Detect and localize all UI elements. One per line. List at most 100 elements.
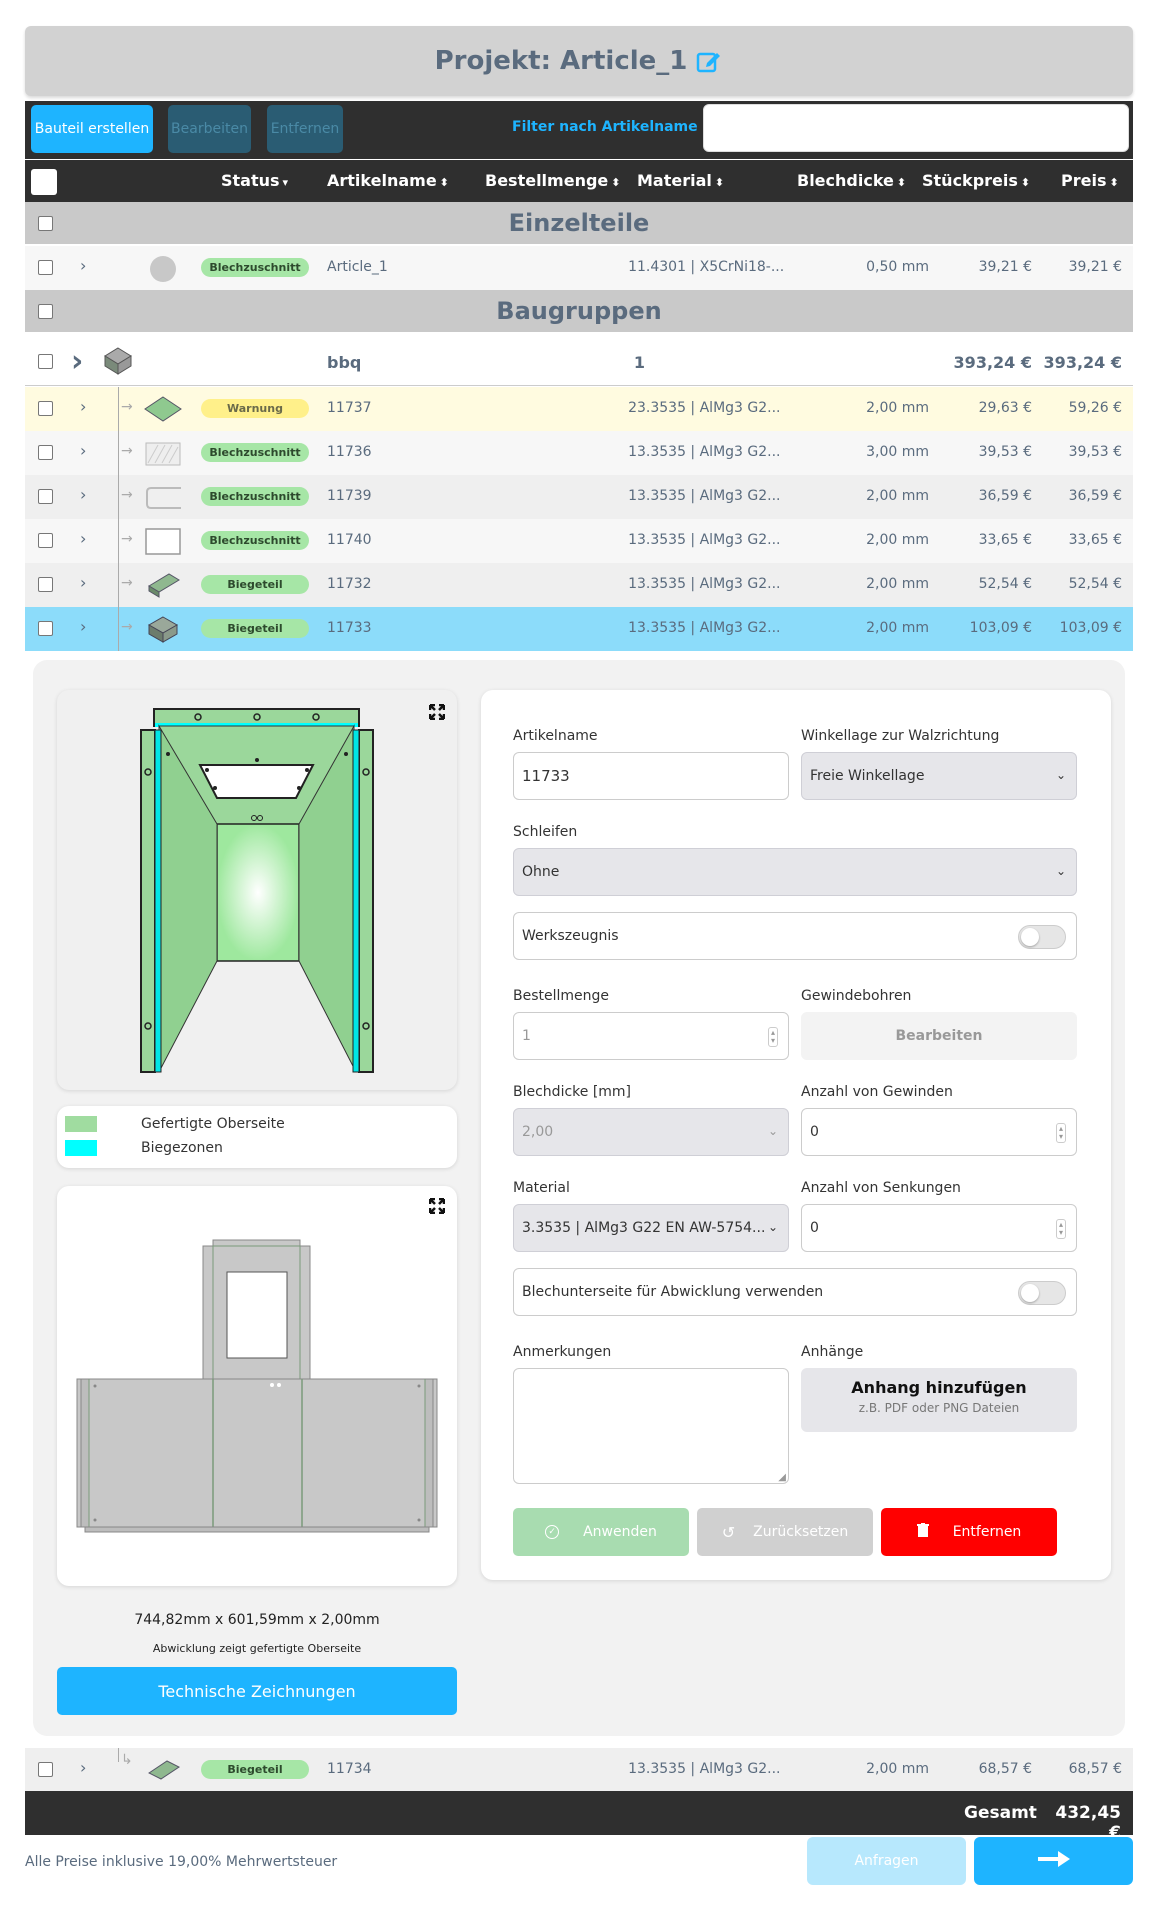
row-checkbox[interactable]: [38, 445, 53, 460]
notes-textarea[interactable]: ◢: [513, 1368, 789, 1484]
assembly-row[interactable]: › bbq 1 393,24 € 393,24 €: [25, 338, 1133, 386]
section-assemblies: Baugruppen: [25, 290, 1133, 332]
expand-icon[interactable]: [428, 703, 446, 721]
underside-toggle[interactable]: [1018, 1281, 1066, 1305]
next-button[interactable]: [974, 1837, 1133, 1885]
row-checkbox[interactable]: [38, 354, 53, 369]
row-checkbox[interactable]: [38, 533, 53, 548]
chevron-right-icon[interactable]: ›: [80, 485, 86, 504]
row-checkbox[interactable]: [38, 621, 53, 636]
chevron-right-icon[interactable]: ›: [80, 617, 86, 636]
chevron-down-icon: ⌄: [767, 1220, 778, 1234]
table-row[interactable]: › → Warnung 11737 2 3.3535 | AlMg3 G2...…: [25, 387, 1133, 431]
stepper-icon[interactable]: ▴ ▾: [1055, 1219, 1066, 1239]
material: 3.3535 | AlMg3 G2...: [637, 620, 781, 636]
quantity-input[interactable]: 1 ▴ ▾: [513, 1012, 789, 1060]
unit-price: 39,53 €: [978, 444, 1032, 460]
chevron-down-icon: ⌄: [1055, 768, 1066, 782]
unit-price: 33,65 €: [978, 532, 1032, 548]
table-row-selected[interactable]: › → Biegeteil 11733 1 3.3535 | AlMg3 G2.…: [25, 607, 1133, 651]
reset-button[interactable]: ↺ Zurücksetzen: [697, 1508, 873, 1556]
row-checkbox[interactable]: [38, 401, 53, 416]
edit-icon[interactable]: [695, 47, 723, 75]
material: 3.3535 | AlMg3 G2...: [637, 400, 781, 416]
tree-arrow-icon: ↳: [121, 1752, 133, 1768]
edit-button[interactable]: Bearbeiten: [168, 105, 251, 153]
price: 52,54 €: [1068, 576, 1122, 592]
thickness: 2,00 mm: [866, 1761, 929, 1777]
column-quantity[interactable]: Bestellmenge ⬍: [485, 171, 620, 190]
thread-count-input[interactable]: 0 ▴ ▾: [801, 1108, 1077, 1156]
chevron-right-icon[interactable]: ›: [80, 397, 86, 416]
row-checkbox[interactable]: [38, 489, 53, 504]
flat-pattern-view[interactable]: [57, 1186, 457, 1586]
part-thumbnail: [143, 1755, 183, 1785]
request-button[interactable]: Anfragen: [807, 1837, 966, 1885]
article-name-input[interactable]: 11733: [513, 752, 789, 800]
table-row[interactable]: › ↳ Biegeteil 11734 1 3.3535 | AlMg3 G2.…: [25, 1748, 1133, 1792]
countersink-input[interactable]: 0 ▴ ▾: [801, 1204, 1077, 1252]
part-detail-panel: Gefertigte Oberseite Biegezonen 744,82mm…: [33, 660, 1125, 1736]
status-badge: Biegeteil: [201, 575, 309, 594]
part-thumbnail: [143, 570, 183, 600]
table-row[interactable]: › → Blechzuschnitt 11736 1 3.3535 | AlMg…: [25, 431, 1133, 475]
chevron-right-icon[interactable]: ›: [71, 344, 83, 379]
chevron-right-icon[interactable]: ›: [80, 1758, 86, 1777]
unit-price: 39,21 €: [978, 259, 1032, 275]
row-checkbox[interactable]: [38, 1762, 53, 1777]
column-unit-price[interactable]: Stückpreis ⬍: [922, 171, 1030, 190]
column-thickness[interactable]: Blechdicke ⬍: [797, 171, 906, 190]
assembly-thumbnail: [103, 346, 143, 376]
part-thumbnail: [143, 526, 183, 556]
material-select[interactable]: 3.3535 | AlMg3 G22 EN AW-5754... ⌄: [513, 1204, 789, 1252]
part-form: Artikelname 11733 Winkellage zur Walzric…: [481, 690, 1111, 1580]
part-thumbnail: [143, 253, 183, 283]
filter-input[interactable]: [703, 104, 1129, 152]
thread-edit-button[interactable]: Bearbeiten: [801, 1012, 1077, 1060]
table-row[interactable]: › → Blechzuschnitt 11740 1 3.3535 | AlMg…: [25, 519, 1133, 563]
quantity: 1: [628, 444, 637, 460]
create-part-button[interactable]: Bauteil erstellen: [31, 105, 153, 153]
thickness-select[interactable]: 2,00 ⌄: [513, 1108, 789, 1156]
table-row[interactable]: › → Biegeteil 11732 1 3.3535 | AlMg3 G2.…: [25, 563, 1133, 607]
chevron-right-icon[interactable]: ›: [80, 256, 86, 275]
grind-select[interactable]: Ohne ⌄: [513, 848, 1077, 896]
quantity: 1: [628, 1761, 637, 1777]
article-name: 11737: [327, 400, 372, 416]
technical-drawings-button[interactable]: Technische Zeichnungen: [57, 1667, 457, 1715]
unit-price: 103,09 €: [969, 620, 1032, 636]
select-all-checkbox[interactable]: [31, 169, 57, 195]
remove-button[interactable]: Entfernen: [267, 105, 343, 153]
row-checkbox[interactable]: [38, 577, 53, 592]
status-badge: Biegeteil: [201, 1760, 309, 1779]
price: 68,57 €: [1068, 1761, 1122, 1777]
column-material[interactable]: Material ⬍: [637, 171, 724, 190]
expand-icon[interactable]: [428, 1197, 446, 1215]
table-row[interactable]: › → Blechzuschnitt 11739 1 3.3535 | AlMg…: [25, 475, 1133, 519]
section-checkbox[interactable]: [38, 304, 53, 319]
chevron-right-icon[interactable]: ›: [80, 441, 86, 460]
table-row[interactable]: › Blechzuschnitt Article_1 1 1.4301 | X5…: [25, 246, 1133, 290]
certificate-toggle[interactable]: [1018, 925, 1066, 949]
project-title: Projekt: Article_1: [434, 46, 688, 76]
stepper-icon[interactable]: ▴ ▾: [1055, 1123, 1066, 1143]
apply-button[interactable]: ✓ Anwenden: [513, 1508, 689, 1556]
chevron-right-icon[interactable]: ›: [80, 529, 86, 548]
part-3d-view[interactable]: [57, 690, 457, 1090]
tree-arrow-icon: →: [121, 575, 133, 591]
arrow-right-icon: [1037, 1851, 1070, 1871]
section-checkbox[interactable]: [38, 216, 53, 231]
delete-part-button[interactable]: Entfernen: [881, 1508, 1057, 1556]
column-article[interactable]: Artikelname ⬍: [327, 171, 449, 190]
resize-handle-icon[interactable]: ◢: [778, 1472, 786, 1483]
column-price[interactable]: Preis ⬍: [1061, 171, 1119, 190]
chevron-right-icon[interactable]: ›: [80, 573, 86, 592]
stepper-icon[interactable]: ▴ ▾: [767, 1027, 778, 1047]
row-checkbox[interactable]: [38, 260, 53, 275]
thickness: 3,00 mm: [866, 444, 929, 460]
tree-connector: [118, 431, 119, 475]
angle-select[interactable]: Freie Winkellage ⌄: [801, 752, 1077, 800]
unit-price: 68,57 €: [978, 1761, 1032, 1777]
column-status[interactable]: Status ▾: [221, 171, 288, 190]
add-attachment-button[interactable]: Anhang hinzufügen z.B. PDF oder PNG Date…: [801, 1368, 1077, 1432]
